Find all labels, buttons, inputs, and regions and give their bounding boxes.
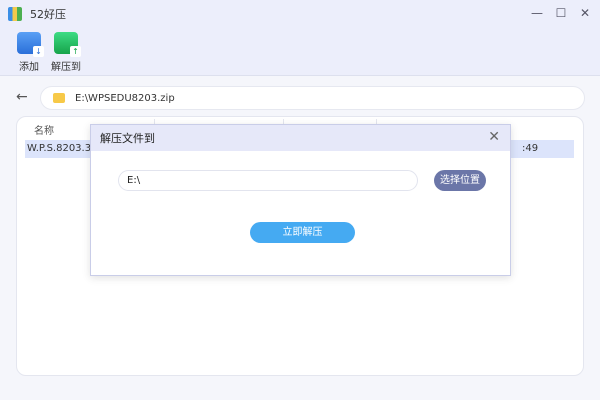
title-bar: 52好压 — ☐ ✕ [0,0,600,28]
extract-dialog: 解压文件到 ✕ E:\ 选择位置 立即解压 [90,124,511,276]
archive-path: E:\WPSEDU8203.zip [75,92,175,104]
app-logo-icon [8,7,22,21]
add-button[interactable]: ↓ 添加 [11,32,47,73]
choose-location-button[interactable]: 选择位置 [434,170,486,191]
extract-icon: ↑ [54,32,81,57]
extract-now-button[interactable]: 立即解压 [250,222,355,243]
add-label: 添加 [19,62,39,73]
destination-path-input[interactable]: E:\ [118,170,418,191]
path-bar[interactable]: E:\WPSEDU8203.zip [40,86,585,110]
back-arrow-icon[interactable]: ← [16,89,28,105]
column-header-name[interactable]: 名称 [34,122,54,137]
close-button[interactable]: ✕ [578,6,592,20]
extract-to-button[interactable]: ↑ 解压到 [48,32,84,73]
add-archive-icon: ↓ [17,32,44,57]
file-time: :49 [522,143,539,154]
minimize-button[interactable]: — [530,6,544,20]
dialog-header: 解压文件到 [91,125,510,151]
dialog-close-icon[interactable]: ✕ [488,129,500,145]
extract-label: 解压到 [51,62,81,73]
dialog-title: 解压文件到 [100,132,155,145]
folder-icon [53,93,65,103]
toolbar: ↓ 添加 ↑ 解压到 [0,28,600,76]
maximize-button[interactable]: ☐ [554,6,568,20]
window-title: 52好压 [30,8,66,21]
